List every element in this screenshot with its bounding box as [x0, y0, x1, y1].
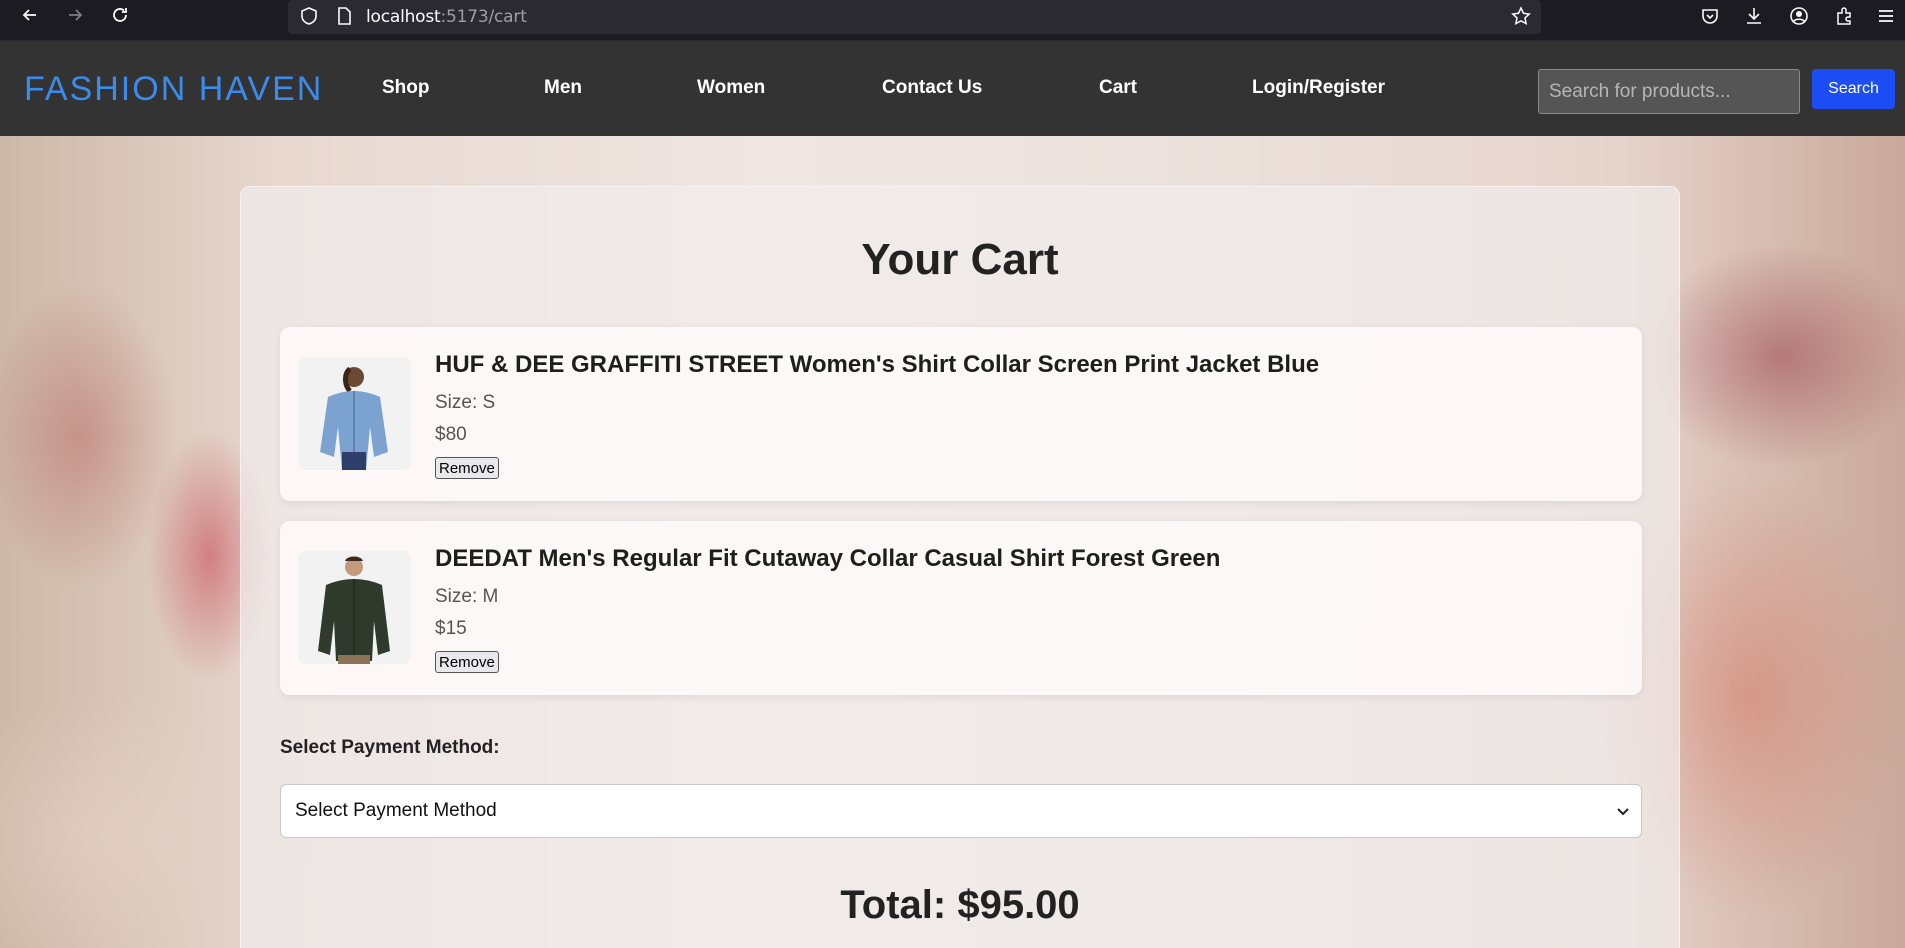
- cart-item-size: Size: S: [435, 392, 496, 413]
- remove-item-button[interactable]: Remove: [435, 651, 499, 673]
- brand-logo[interactable]: FASHION HAVEN: [24, 70, 323, 109]
- pocket-icon[interactable]: [1699, 5, 1721, 27]
- account-icon[interactable]: [1788, 5, 1810, 27]
- store-background-image: Your Cart HUF & DEE GRAFFITI STREET Wome…: [0, 136, 1905, 948]
- remove-item-button[interactable]: Remove: [435, 457, 499, 479]
- payment-method-select[interactable]: Select Payment Method: [280, 784, 1642, 838]
- cart-item-name[interactable]: DEEDAT Men's Regular Fit Cutaway Collar …: [435, 545, 1220, 573]
- cart-total: Total: $95.00: [840, 883, 1080, 927]
- search-input[interactable]: [1538, 69, 1800, 114]
- denim-jacket-image[interactable]: [298, 357, 411, 470]
- nav-men[interactable]: Men: [544, 77, 582, 99]
- cart-item: DEEDAT Men's Regular Fit Cutaway Collar …: [280, 521, 1642, 695]
- page-icon: [333, 5, 355, 27]
- nav-women[interactable]: Women: [697, 77, 765, 99]
- payment-method-label: Select Payment Method:: [280, 737, 500, 758]
- reload-icon[interactable]: [105, 0, 135, 30]
- cart-item-size: Size: M: [435, 586, 499, 607]
- nav-cart[interactable]: Cart: [1099, 77, 1137, 99]
- green-shirt-image[interactable]: [298, 551, 411, 664]
- back-icon[interactable]: [15, 0, 45, 30]
- cart-item: HUF & DEE GRAFFITI STREET Women's Shirt …: [280, 327, 1642, 501]
- cart-item-price: $80: [435, 424, 467, 445]
- nav-shop[interactable]: Shop: [382, 77, 430, 99]
- cart-panel: Your Cart HUF & DEE GRAFFITI STREET Wome…: [240, 186, 1680, 948]
- cart-item-price: $15: [435, 618, 467, 639]
- cart-title: Your Cart: [861, 235, 1059, 284]
- shield-icon[interactable]: [298, 5, 320, 27]
- download-icon[interactable]: [1743, 5, 1765, 27]
- menu-icon[interactable]: [1875, 5, 1897, 27]
- site-header: FASHION HAVEN Shop Men Women Contact Us …: [0, 41, 1905, 136]
- nav-contact-us[interactable]: Contact Us: [882, 77, 982, 99]
- nav-login-register[interactable]: Login/Register: [1252, 77, 1385, 99]
- chevron-down-icon: [1617, 808, 1629, 816]
- search-button[interactable]: Search: [1812, 69, 1895, 109]
- extensions-icon[interactable]: [1833, 5, 1855, 27]
- cart-item-name[interactable]: HUF & DEE GRAFFITI STREET Women's Shirt …: [435, 351, 1319, 379]
- url-text[interactable]: localhost:5173/cart: [366, 7, 527, 27]
- forward-icon[interactable]: [60, 0, 90, 30]
- bookmark-star-icon[interactable]: [1510, 5, 1532, 27]
- browser-toolbar: localhost:5173/cart: [0, 0, 1905, 40]
- payment-method-selected: Select Payment Method: [295, 800, 497, 821]
